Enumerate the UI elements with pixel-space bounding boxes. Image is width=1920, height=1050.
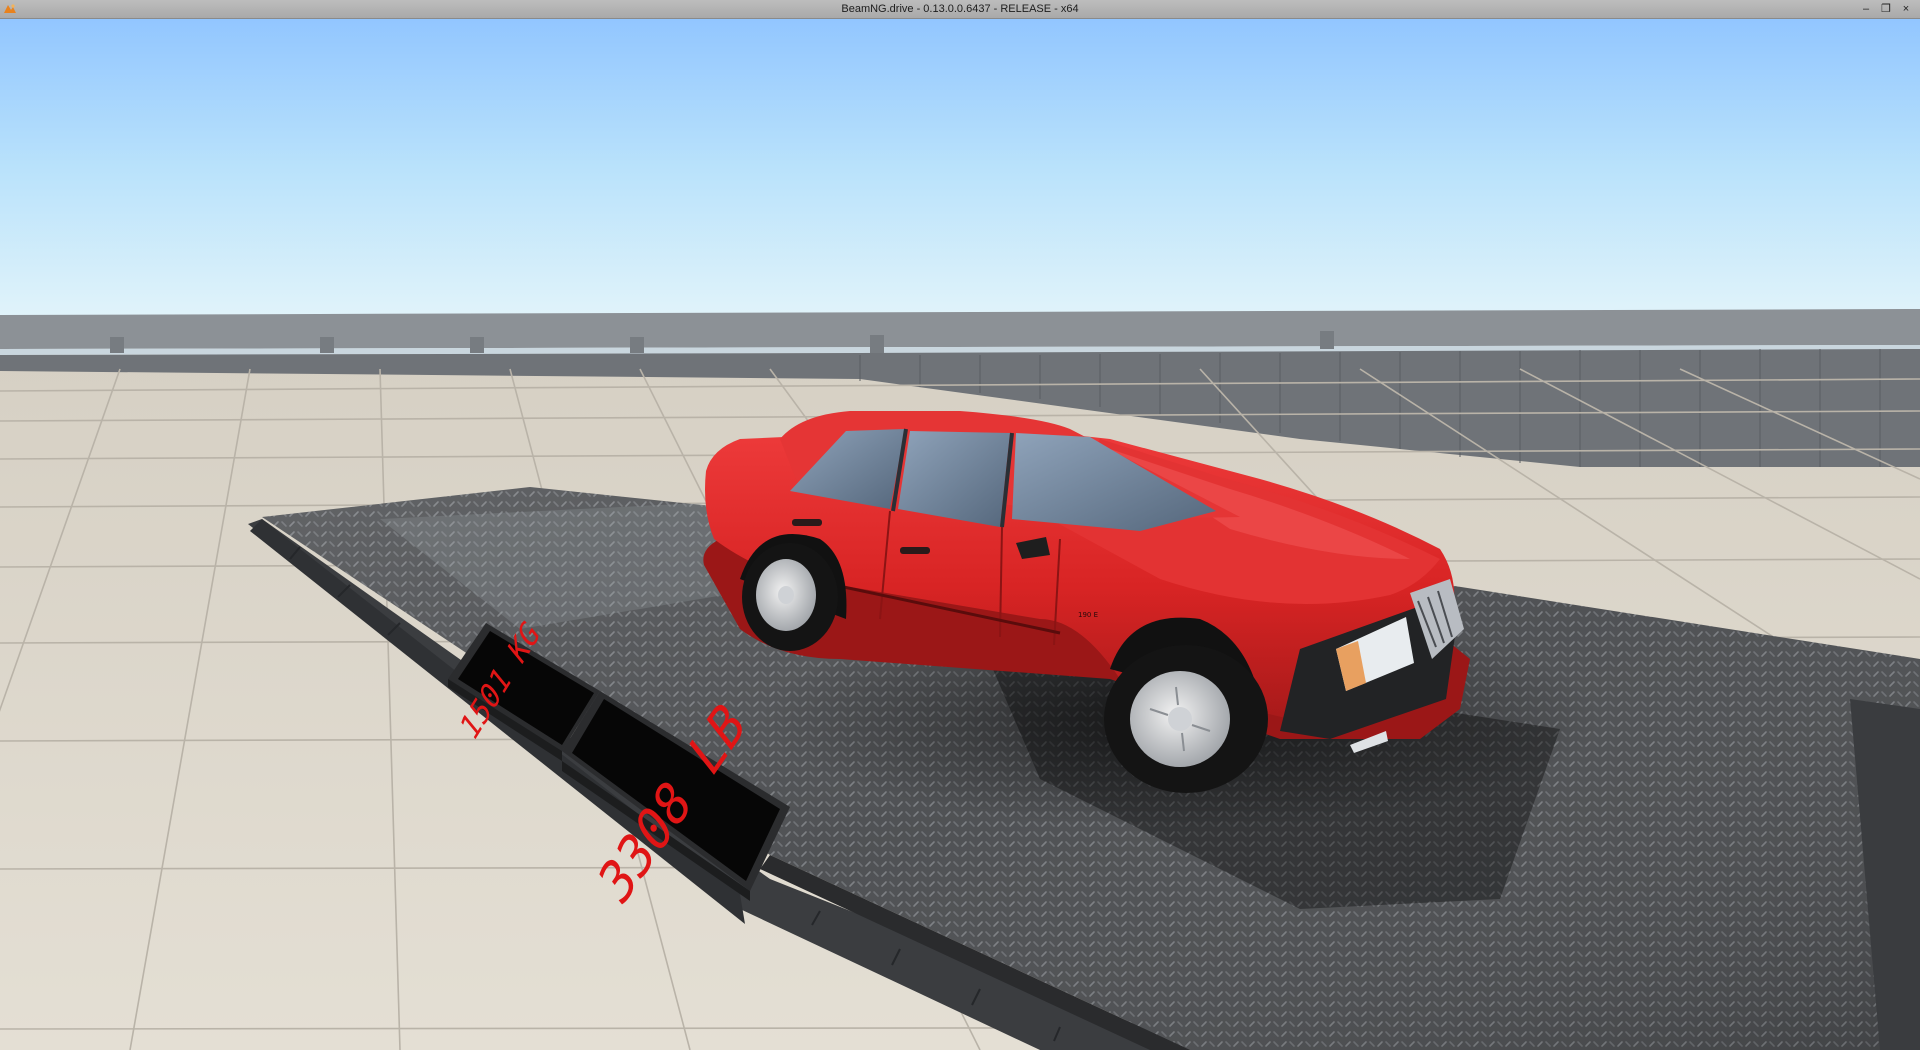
scene-canvas: 1501 KG 3308 LB 190 E [0,19,1920,1050]
window-controls: – ❐ × [1856,0,1916,18]
title-bar[interactable]: BeamNG.drive - 0.13.0.0.6437 - RELEASE -… [0,0,1920,19]
restore-button[interactable]: ❐ [1876,0,1896,18]
game-viewport[interactable]: 1501 KG 3308 LB 190 E [0,19,1920,1050]
window-title: BeamNG.drive - 0.13.0.0.6437 - RELEASE -… [841,3,1079,15]
rear-wheel [742,543,838,651]
close-button[interactable]: × [1896,0,1916,18]
game-window: BeamNG.drive - 0.13.0.0.6437 - RELEASE -… [0,0,1920,1050]
minimize-button[interactable]: – [1856,0,1876,18]
sky [0,19,1920,349]
front-wheel [1104,645,1268,793]
vehicle-badge: 190 E [1078,611,1098,619]
